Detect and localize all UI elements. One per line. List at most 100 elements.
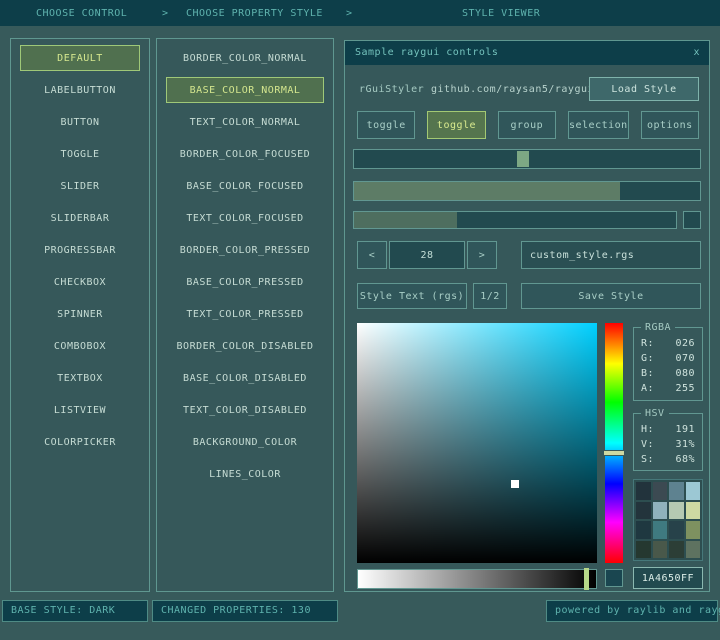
toggle-button-selection[interactable]: selection [568, 111, 629, 139]
properties-list: BORDER_COLOR_NORMAL BASE_COLOR_NORMAL TEXT… [156, 38, 334, 592]
progress-fill [354, 182, 620, 200]
topbar: CHOOSE CONTROL > CHOOSE PROPERTY STYLE >… [0, 0, 720, 26]
status-base-style: BASE STYLE: DARK [2, 600, 148, 622]
color-swatch[interactable] [686, 482, 701, 500]
property-item-lines_color[interactable]: LINES_COLOR [166, 461, 324, 487]
toggle-button-options[interactable]: options [641, 111, 699, 139]
control-item-spinner[interactable]: SPINNER [20, 301, 140, 327]
hsv-panel: HSV H:191V:31%S:68% [633, 413, 703, 471]
value-row: R:026 [634, 336, 702, 351]
rgba-panel-rows: R:026G:070B:080A:255 [634, 336, 702, 396]
color-swatch[interactable] [669, 502, 684, 520]
property-item-base_color_focused[interactable]: BASE_COLOR_FOCUSED [166, 173, 324, 199]
color-swatch[interactable] [669, 482, 684, 500]
property-item-border_color_normal[interactable]: BORDER_COLOR_NORMAL [166, 45, 324, 71]
color-swatch-grid [633, 479, 703, 561]
value-row: B:080 [634, 366, 702, 381]
control-item-colorpicker[interactable]: COLORPICKER [20, 429, 140, 455]
hex-color-input[interactable]: 1A4650FF [633, 567, 703, 589]
property-item-text_color_normal[interactable]: TEXT_COLOR_NORMAL [166, 109, 324, 135]
color-swatch[interactable] [686, 521, 701, 539]
color-swatch[interactable] [636, 502, 651, 520]
sample-checkbox[interactable] [683, 211, 701, 229]
spinner-value[interactable]: 28 [389, 241, 465, 269]
control-item-progressbar[interactable]: PROGRESSBAR [20, 237, 140, 263]
rgba-panel: RGBA R:026G:070B:080A:255 [633, 327, 703, 401]
toggle-button-toggle[interactable]: toggle [427, 111, 485, 139]
hsv-panel-rows: H:191V:31%S:68% [634, 422, 702, 467]
controls-list: DEFAULT LABELBUTTON BUTTON TOGGLE SLIDER SLID… [10, 38, 150, 592]
color-swatch[interactable] [653, 521, 668, 539]
window-body: rGuiStyler github.com/raysan5/raygui Loa… [345, 65, 709, 591]
control-item-slider[interactable]: SLIDER [20, 173, 140, 199]
repo-link[interactable]: github.com/raysan5/raygui [431, 84, 594, 95]
control-item-default[interactable]: DEFAULT [20, 45, 140, 71]
color-swatch[interactable] [686, 541, 701, 559]
sample-slider[interactable] [353, 149, 701, 169]
color-swatch[interactable] [669, 521, 684, 539]
toggle-button-toggle[interactable]: toggle [357, 111, 415, 139]
toggle-group: toggle toggle group selection options [357, 111, 699, 139]
control-item-textbox[interactable]: TEXTBOX [20, 365, 140, 391]
control-item-checkbox[interactable]: CHECKBOX [20, 269, 140, 295]
property-item-text_color_pressed[interactable]: TEXT_COLOR_PRESSED [166, 301, 324, 327]
control-item-listview[interactable]: LISTVIEW [20, 397, 140, 423]
value-row: V:31% [634, 437, 702, 452]
color-swatch[interactable] [636, 482, 651, 500]
topbar-choose-property-style[interactable]: CHOOSE PROPERTY STYLE [186, 8, 323, 19]
topbar-choose-control[interactable]: CHOOSE CONTROL [36, 8, 127, 19]
spinner-increment-button[interactable]: > [467, 241, 497, 269]
control-item-toggle[interactable]: TOGGLE [20, 141, 140, 167]
style-text-button[interactable]: Style Text (rgs) [357, 283, 467, 309]
color-swatch[interactable] [669, 541, 684, 559]
sliderbar-fill[interactable] [354, 212, 457, 228]
property-item-base_color_normal[interactable]: BASE_COLOR_NORMAL [166, 77, 324, 103]
rgba-panel-title: RGBA [641, 322, 675, 333]
color-swatch[interactable] [686, 502, 701, 520]
status-credits: powered by raylib and raygui [546, 600, 718, 622]
control-item-sliderbar[interactable]: SLIDERBAR [20, 205, 140, 231]
color-swatch[interactable] [636, 541, 651, 559]
color-swatch[interactable] [653, 482, 668, 500]
status-changed-properties: CHANGED PROPERTIES: 130 [152, 600, 338, 622]
rguistyler-app: CHOOSE CONTROL > CHOOSE PROPERTY STYLE >… [0, 0, 720, 640]
sample-progressbar [353, 181, 701, 201]
color-picker-sv-square[interactable] [357, 323, 597, 563]
property-item-text_color_disabled[interactable]: TEXT_COLOR_DISABLED [166, 397, 324, 423]
property-item-text_color_focused[interactable]: TEXT_COLOR_FOCUSED [166, 205, 324, 231]
hue-bar[interactable] [605, 323, 623, 563]
hue-handle[interactable] [603, 450, 625, 456]
slider-handle[interactable] [517, 151, 529, 167]
save-style-button[interactable]: Save Style [521, 283, 701, 309]
property-item-border_color_disabled[interactable]: BORDER_COLOR_DISABLED [166, 333, 324, 359]
value-gradient-bar[interactable] [357, 569, 597, 589]
property-item-border_color_focused[interactable]: BORDER_COLOR_FOCUSED [166, 141, 324, 167]
toggle-button-group[interactable]: group [498, 111, 556, 139]
color-picker-cursor[interactable] [511, 480, 519, 488]
property-item-border_color_pressed[interactable]: BORDER_COLOR_PRESSED [166, 237, 324, 263]
spinner-decrement-button[interactable]: < [357, 241, 387, 269]
page-indicator[interactable]: 1/2 [473, 283, 507, 309]
sample-sliderbar[interactable] [353, 211, 677, 229]
control-item-labelbutton[interactable]: LABELBUTTON [20, 77, 140, 103]
property-item-background_color[interactable]: BACKGROUND_COLOR [166, 429, 324, 455]
chevron-right-icon: > [346, 8, 353, 19]
property-item-base_color_disabled[interactable]: BASE_COLOR_DISABLED [166, 365, 324, 391]
color-swatch[interactable] [653, 502, 668, 520]
load-style-button[interactable]: Load Style [589, 77, 699, 101]
chevron-right-icon: > [162, 8, 169, 19]
filename-input[interactable]: custom_style.rgs [521, 241, 701, 269]
value-bar-handle[interactable] [584, 568, 589, 590]
value-row: G:070 [634, 351, 702, 366]
window-titlebar[interactable]: Sample raygui controls x [345, 41, 709, 65]
color-swatch[interactable] [653, 541, 668, 559]
close-icon[interactable]: x [693, 41, 700, 65]
property-item-base_color_pressed[interactable]: BASE_COLOR_PRESSED [166, 269, 324, 295]
control-item-button[interactable]: BUTTON [20, 109, 140, 135]
style-viewer-window: Sample raygui controls x rGuiStyler gith… [344, 40, 710, 592]
topbar-style-viewer: STYLE VIEWER [462, 8, 540, 19]
styler-label: rGuiStyler [359, 84, 424, 95]
color-swatch[interactable] [636, 521, 651, 539]
value-row: A:255 [634, 381, 702, 396]
control-item-combobox[interactable]: COMBOBOX [20, 333, 140, 359]
